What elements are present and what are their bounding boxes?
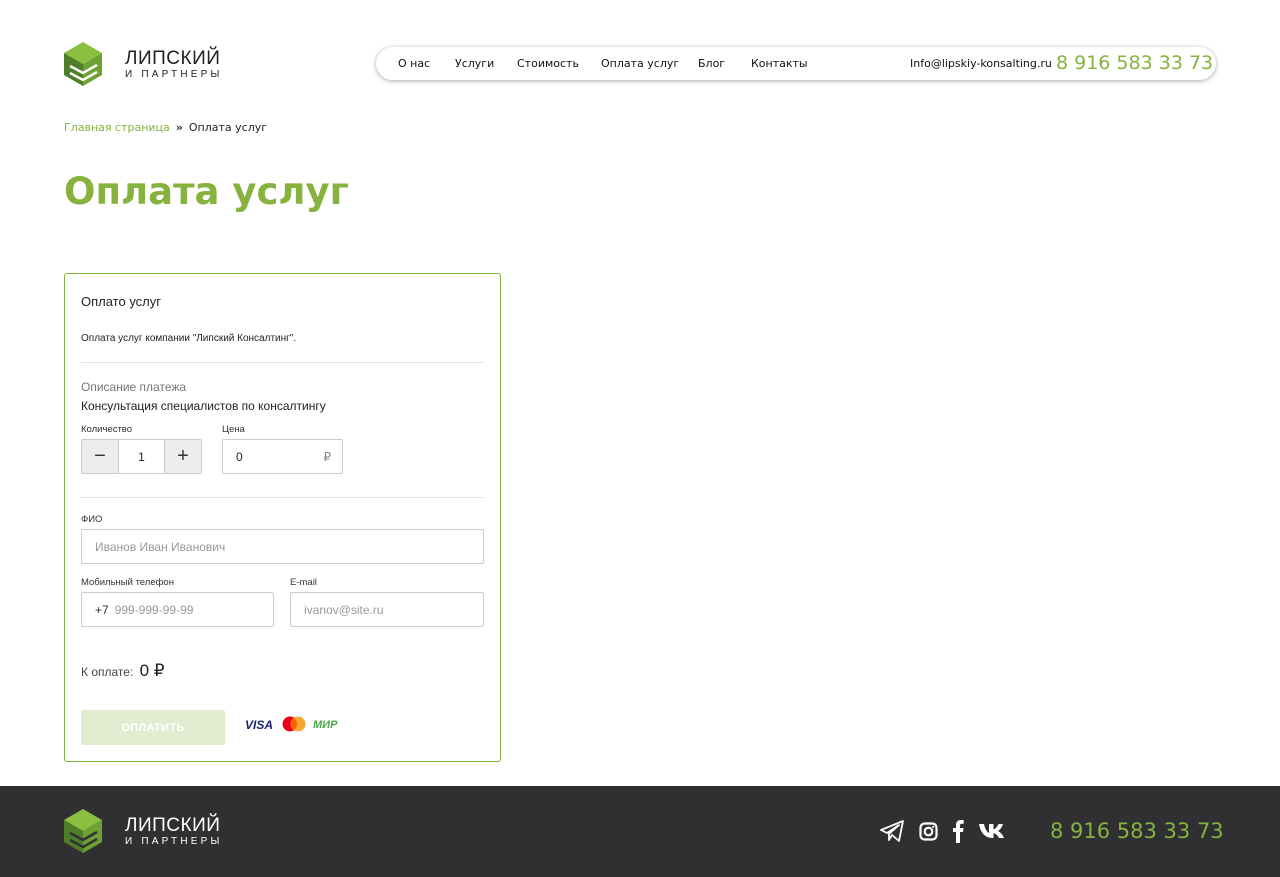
logo-text: ЛИПСКИЙ И ПАРТНЕРЫ	[125, 816, 223, 847]
payment-description-label: Описание платежа	[81, 380, 187, 394]
email-input[interactable]: ivanov@site.ru	[290, 592, 484, 627]
name-label: ФИО	[81, 514, 103, 525]
form-description: Оплата услуг компании "Липский Консалтин…	[81, 333, 297, 344]
logo-cube-icon	[64, 42, 102, 86]
currency-symbol: ₽	[323, 450, 331, 464]
logo-name: ЛИПСКИЙ	[125, 814, 221, 836]
phone-placeholder: 999-999-99-99	[114, 602, 194, 617]
mastercard-icon	[282, 716, 306, 732]
quantity-stepper: − 1 +	[81, 439, 202, 474]
total: К оплате: 0 ₽	[81, 661, 165, 681]
phone-input[interactable]: +7 999-999-99-99	[81, 592, 274, 627]
breadcrumb: Главная страница » Оплата услуг	[64, 121, 267, 134]
price-field[interactable]: 0 ₽	[222, 439, 343, 474]
payment-form: Оплато услуг Оплата услуг компании "Липс…	[64, 273, 501, 762]
header: ЛИПСКИЙ И ПАРТНЕРЫ О нас Услуги Стоимост…	[0, 0, 1280, 110]
name-input[interactable]: Иванов Иван Иванович	[81, 529, 484, 564]
divider	[81, 497, 484, 498]
total-label: К оплате:	[81, 665, 134, 679]
footer: ЛИПСКИЙ И ПАРТНЕРЫ 8 916 583 33 73	[0, 786, 1280, 877]
pay-button[interactable]: ОПЛАТИТЬ	[81, 710, 225, 745]
payment-description-value: Консультация специалистов по консалтингу	[81, 399, 326, 413]
nav-item-payment[interactable]: Оплата услуг	[601, 57, 679, 70]
logo-subtitle: И ПАРТНЕРЫ	[125, 835, 223, 847]
email-placeholder: ivanov@site.ru	[304, 602, 384, 617]
logo[interactable]: ЛИПСКИЙ И ПАРТНЕРЫ	[64, 42, 223, 86]
price-label: Цена	[222, 424, 245, 435]
nav-item-blog[interactable]: Блог	[698, 57, 725, 70]
logo-name: ЛИПСКИЙ	[125, 47, 221, 69]
total-amount: 0 ₽	[139, 661, 165, 680]
logo-text: ЛИПСКИЙ И ПАРТНЕРЫ	[125, 49, 223, 80]
nav-item-about[interactable]: О нас	[398, 57, 430, 70]
quantity-input[interactable]: 1	[118, 440, 165, 473]
visa-logo: VISA	[245, 717, 274, 732]
quantity-label: Количество	[81, 424, 133, 435]
email-label: E-mail	[290, 577, 317, 588]
facebook-icon[interactable]	[952, 819, 964, 848]
nav-item-contacts[interactable]: Контакты	[751, 57, 808, 70]
vk-icon[interactable]	[978, 822, 1008, 845]
mir-logo: МИР	[313, 718, 338, 731]
instagram-icon[interactable]	[919, 821, 938, 846]
nav-item-pricing[interactable]: Стоимость	[517, 57, 579, 70]
top-navigation: О нас Услуги Стоимость Оплата услуг Блог…	[376, 47, 1216, 80]
breadcrumb-home-link[interactable]: Главная страница	[64, 121, 170, 134]
footer-logo[interactable]: ЛИПСКИЙ И ПАРТНЕРЫ	[64, 809, 223, 853]
logo-subtitle: И ПАРТНЕРЫ	[125, 68, 223, 80]
header-phone-link[interactable]: 8 916 583 33 73	[1056, 52, 1213, 74]
page-title: Оплата услуг	[64, 170, 349, 213]
footer-phone-link[interactable]: 8 916 583 33 73	[1050, 819, 1224, 843]
phone-prefix: +7	[95, 602, 109, 617]
telegram-icon[interactable]	[880, 820, 905, 847]
social-links	[880, 819, 1022, 848]
nav-item-services[interactable]: Услуги	[455, 57, 494, 70]
quantity-decrease-button[interactable]: −	[82, 440, 118, 473]
breadcrumb-current: Оплата услуг	[188, 121, 268, 134]
logo-cube-icon	[64, 809, 102, 853]
payment-systems: VISA МИР	[245, 716, 337, 733]
price-value: 0	[236, 450, 243, 464]
breadcrumb-separator: »	[175, 121, 183, 134]
header-email-link[interactable]: Info@lipskiy-konsalting.ru	[910, 57, 1052, 70]
divider	[81, 362, 484, 363]
phone-label: Мобильный телефон	[81, 577, 174, 588]
form-title: Оплато услуг	[81, 294, 162, 309]
name-placeholder: Иванов Иван Иванович	[95, 539, 226, 554]
quantity-increase-button[interactable]: +	[165, 440, 201, 473]
